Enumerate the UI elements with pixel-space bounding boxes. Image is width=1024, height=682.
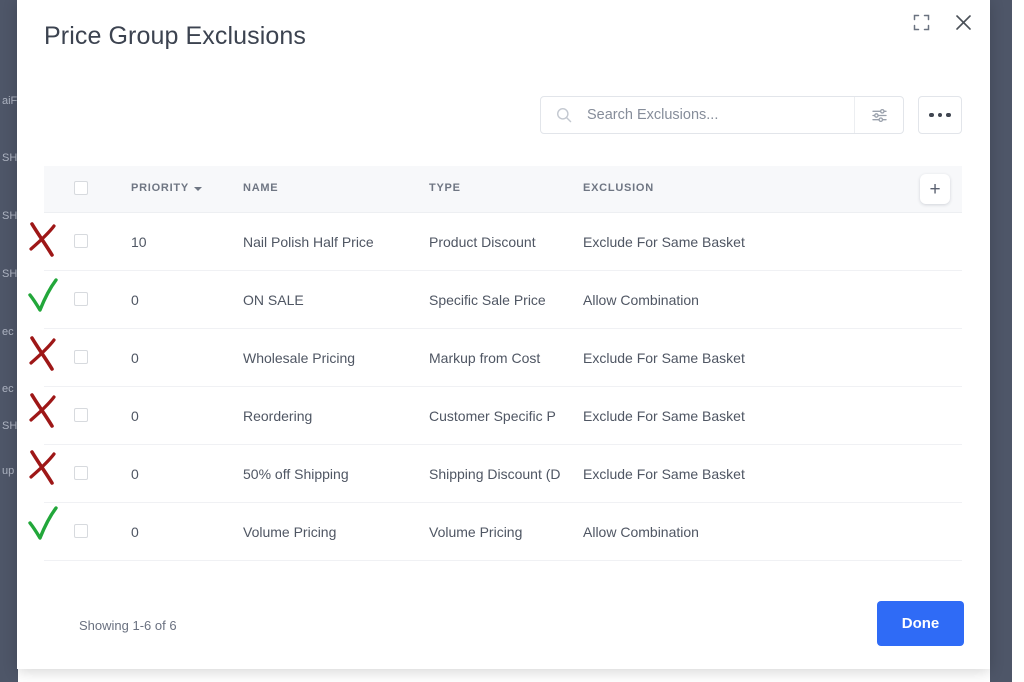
more-options-button[interactable] <box>918 96 962 134</box>
cell-priority: 0 <box>131 408 139 424</box>
column-header-name[interactable]: NAME <box>243 182 278 194</box>
background-sidebar-item: SH <box>2 152 18 164</box>
background-sidebar-item: SH <box>2 420 18 432</box>
cell-name: ON SALE <box>243 292 304 308</box>
row-select-checkbox[interactable] <box>74 408 88 422</box>
cell-name: Reordering <box>243 408 313 424</box>
table-header-row: PRIORITY NAME TYPE EXCLUSION + <box>44 166 962 213</box>
background-sidebar-item: ec <box>2 326 14 338</box>
row-select-checkbox[interactable] <box>74 524 88 538</box>
cell-type: Volume Pricing <box>429 524 523 540</box>
more-dot <box>946 112 951 118</box>
cell-exclusion: Allow Combination <box>583 292 699 308</box>
cell-type: Customer Specific P <box>429 408 556 424</box>
cell-priority: 10 <box>131 234 147 250</box>
background-sidebar-item: up <box>2 465 15 477</box>
filter-sliders-icon[interactable] <box>855 97 903 133</box>
row-select-checkbox[interactable] <box>74 292 88 306</box>
search-box[interactable] <box>540 96 904 134</box>
cell-exclusion: Allow Combination <box>583 524 699 540</box>
column-header-priority[interactable]: PRIORITY <box>131 182 202 194</box>
cell-priority: 0 <box>131 466 139 482</box>
cell-exclusion: Exclude For Same Basket <box>583 234 745 250</box>
price-group-exclusions-modal: Price Group Exclusions Search Exclusions… <box>17 0 990 669</box>
row-select-checkbox[interactable] <box>74 466 88 480</box>
cell-priority: 0 <box>131 524 139 540</box>
page-title: Price Group Exclusions <box>44 22 307 50</box>
table-row[interactable]: 10 Nail Polish Half Price Product Discount… <box>44 213 962 271</box>
cell-name: Volume Pricing <box>243 524 337 540</box>
background-right-edge <box>1012 0 1024 682</box>
cell-type: Markup from Cost <box>429 350 541 366</box>
cell-type: Shipping Discount (D <box>429 466 561 482</box>
search-icon <box>541 107 587 123</box>
column-header-type[interactable]: TYPE <box>429 182 461 194</box>
background-app-sidebar: aiF SH SH SH ec ec SH up <box>0 0 18 682</box>
background-right-panel <box>990 0 1012 682</box>
expand-icon[interactable] <box>908 9 934 35</box>
table-row[interactable]: 0 ON SALE Specific Sale Price Allow Combina… <box>44 271 962 329</box>
table-row[interactable]: 0 Reordering Customer Specific P Exclude Fo… <box>44 387 962 445</box>
modal-footer: Showing 1-6 of 6 Done <box>17 584 990 669</box>
table-row[interactable]: 0 Wholesale Pricing Markup from Cost Exclud… <box>44 329 962 387</box>
column-header-priority-label: PRIORITY <box>131 182 189 194</box>
row-select-checkbox[interactable] <box>74 234 88 248</box>
chevron-down-icon <box>193 186 202 191</box>
pagination-status: Showing 1-6 of 6 <box>79 618 177 633</box>
cell-type: Product Discount <box>429 234 536 250</box>
table-row[interactable]: 0 50% off Shipping Shipping Discount (D Exc… <box>44 445 962 503</box>
cell-exclusion: Exclude For Same Basket <box>583 466 745 482</box>
modal-window-controls <box>908 0 990 44</box>
close-icon[interactable] <box>950 9 976 35</box>
background-sidebar-item: SH <box>2 268 18 280</box>
cell-priority: 0 <box>131 292 139 308</box>
search-input[interactable] <box>587 97 854 133</box>
cell-type: Specific Sale Price <box>429 292 546 308</box>
background-sidebar-item: ec <box>2 383 14 395</box>
column-header-exclusion[interactable]: EXCLUSION <box>583 182 654 194</box>
more-dot <box>937 112 943 118</box>
cell-exclusion: Exclude For Same Basket <box>583 408 745 424</box>
cell-exclusion: Exclude For Same Basket <box>583 350 745 366</box>
done-button[interactable]: Done <box>877 601 964 646</box>
cell-name: 50% off Shipping <box>243 466 349 482</box>
cell-priority: 0 <box>131 350 139 366</box>
exclusions-table: PRIORITY NAME TYPE EXCLUSION + 10 Nail Po… <box>44 166 962 561</box>
background-sidebar-item: SH <box>2 210 18 222</box>
cell-name: Nail Polish Half Price <box>243 234 374 250</box>
table-toolbar <box>44 88 962 142</box>
more-dot <box>929 112 934 118</box>
table-row[interactable]: 0 Volume Pricing Volume Pricing Allow Combi… <box>44 503 962 561</box>
row-select-checkbox[interactable] <box>74 350 88 364</box>
cell-name: Wholesale Pricing <box>243 350 356 366</box>
select-all-checkbox[interactable] <box>74 181 88 195</box>
table-body: 10 Nail Polish Half Price Product Discount… <box>44 213 962 561</box>
background-sidebar-item: aiF <box>2 95 18 107</box>
screen-root: aiF SH SH SH ec ec SH up Price Group Exc… <box>0 0 1024 682</box>
add-exclusion-button[interactable]: + <box>920 174 950 204</box>
